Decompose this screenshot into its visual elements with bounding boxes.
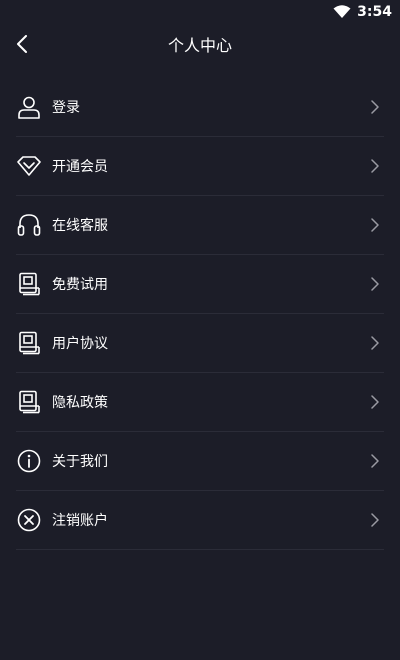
- status-time: 3:54: [357, 4, 392, 20]
- menu-item-label: 注销账户: [52, 513, 108, 529]
- menu-item-label: 隐私政策: [52, 395, 108, 411]
- menu-item-vip[interactable]: 开通会员: [16, 137, 384, 196]
- menu-item-customer-service[interactable]: 在线客服: [16, 196, 384, 255]
- chevron-right-icon: [368, 218, 382, 232]
- document-icon: [17, 390, 41, 414]
- document-icon: [17, 331, 41, 355]
- menu-item-label: 在线客服: [52, 218, 108, 234]
- page-title: 个人中心: [167, 36, 232, 55]
- chevron-right-icon: [368, 159, 382, 173]
- chevron-right-icon: [368, 277, 382, 291]
- menu-item-label: 开通会员: [52, 159, 108, 175]
- menu-item-login[interactable]: 登录: [16, 78, 384, 137]
- menu-item-label: 免费试用: [52, 277, 108, 293]
- status-right: 3:54: [333, 3, 392, 21]
- chevron-right-icon: [368, 100, 382, 114]
- menu-item-delete-account[interactable]: 注销账户: [16, 491, 384, 550]
- chevron-right-icon: [368, 395, 382, 409]
- chevron-right-icon: [368, 513, 382, 527]
- menu-list: 登录 开通会员 在线客服 免费试用 用户协议 隐私政策 关于我们 注销账户: [16, 78, 384, 550]
- status-bar: 3:54: [0, 0, 400, 24]
- document-icon: [17, 272, 41, 296]
- headset-icon: [17, 213, 41, 237]
- menu-item-label: 用户协议: [52, 336, 108, 352]
- menu-item-free-trial[interactable]: 免费试用: [16, 255, 384, 314]
- chevron-right-icon: [368, 454, 382, 468]
- user-icon: [17, 95, 41, 119]
- nav-bar: 个人中心: [0, 24, 400, 68]
- menu-item-about-us[interactable]: 关于我们: [16, 432, 384, 491]
- menu-item-user-agreement[interactable]: 用户协议: [16, 314, 384, 373]
- close-circle-icon: [17, 508, 41, 532]
- diamond-icon: [17, 154, 41, 178]
- menu-item-label: 登录: [52, 100, 80, 116]
- wifi-icon: [333, 5, 351, 19]
- menu-item-privacy-policy[interactable]: 隐私政策: [16, 373, 384, 432]
- menu-item-label: 关于我们: [52, 454, 108, 470]
- chevron-right-icon: [368, 336, 382, 350]
- info-icon: [17, 449, 41, 473]
